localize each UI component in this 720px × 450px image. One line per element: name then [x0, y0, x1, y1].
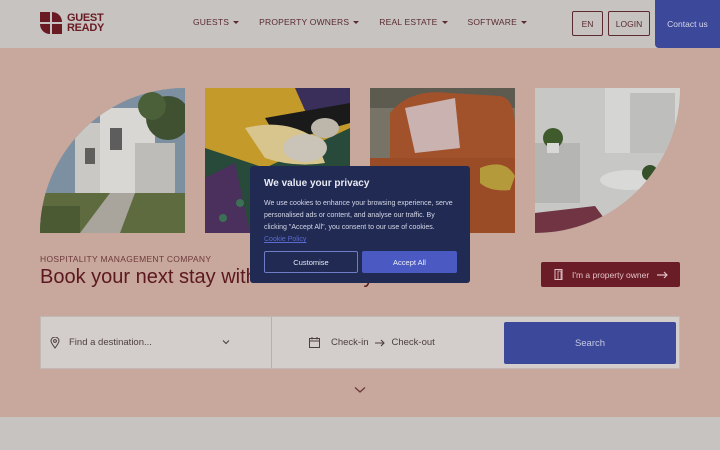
check-in-label: Check-in [331, 337, 369, 348]
logo-mark-icon [40, 12, 62, 34]
date-range-field[interactable]: Check-in Check-out [309, 317, 435, 368]
nav-item-property-owners[interactable]: PROPERTY OWNERS [259, 17, 360, 27]
customise-button[interactable]: Customise [264, 251, 358, 273]
cookie-modal-actions: Customise Accept All [264, 251, 457, 273]
caret-down-icon [441, 20, 448, 24]
destination-field[interactable]: Find a destination... [41, 317, 272, 368]
cookie-modal-text: We use cookies to enhance your browsing … [264, 200, 453, 231]
nav-label: REAL ESTATE [379, 17, 438, 27]
caret-down-icon [520, 20, 527, 24]
villa-illustration [40, 88, 185, 233]
language-button[interactable]: EN [572, 11, 603, 36]
bathroom-illustration [535, 88, 680, 233]
nav-label: GUESTS [193, 17, 230, 27]
search-bar: Find a destination... Check-in Check-out… [40, 316, 680, 369]
caret-down-icon [233, 20, 240, 24]
main-nav: GUESTS PROPERTY OWNERS REAL ESTATE SOFTW… [193, 17, 527, 27]
accept-all-button[interactable]: Accept All [362, 251, 457, 273]
check-out-label: Check-out [391, 337, 435, 348]
logo[interactable]: GUEST READY [40, 12, 127, 34]
logo-line-2: READY [67, 22, 105, 34]
footer-band [0, 417, 720, 450]
hero-kicker: HOSPITALITY MANAGEMENT COMPANY [40, 254, 212, 264]
property-owner-label: I'm a property owner [572, 269, 650, 280]
nav-item-guests[interactable]: GUESTS [193, 17, 240, 27]
cookie-policy-link[interactable]: Cookie Policy [264, 236, 306, 243]
nav-label: PROPERTY OWNERS [259, 17, 350, 27]
contact-us-button[interactable]: Contact us [655, 0, 720, 48]
logo-text: GUEST READY [67, 13, 127, 34]
nav-item-software[interactable]: SOFTWARE [468, 17, 527, 27]
property-owner-button[interactable]: I'm a property owner [541, 262, 680, 287]
hero-image-bathroom [535, 88, 680, 233]
cookie-modal-title: We value your privacy [264, 178, 370, 189]
login-button[interactable]: LOGIN [608, 11, 650, 36]
caret-down-icon [353, 20, 360, 24]
arrow-right-icon [657, 271, 669, 278]
hero-image-villa [40, 88, 185, 233]
scroll-down-chevron-icon[interactable] [354, 386, 366, 394]
location-pin-icon [50, 336, 60, 349]
nav-label: SOFTWARE [467, 17, 517, 27]
cookie-modal-body: We use cookies to enhance your browsing … [264, 198, 456, 246]
calendar-icon [309, 337, 320, 348]
search-button[interactable]: Search [504, 322, 676, 364]
chevron-down-icon[interactable] [222, 339, 230, 345]
destination-placeholder: Find a destination... [69, 337, 152, 348]
nav-item-real-estate[interactable]: REAL ESTATE [379, 17, 448, 27]
arrow-right-icon [374, 339, 385, 346]
cookie-consent-modal: We value your privacy We use cookies to … [250, 166, 470, 283]
site-header: GUEST READY GUESTS PROPERTY OWNERS REAL … [0, 0, 720, 48]
door-icon [554, 269, 563, 280]
